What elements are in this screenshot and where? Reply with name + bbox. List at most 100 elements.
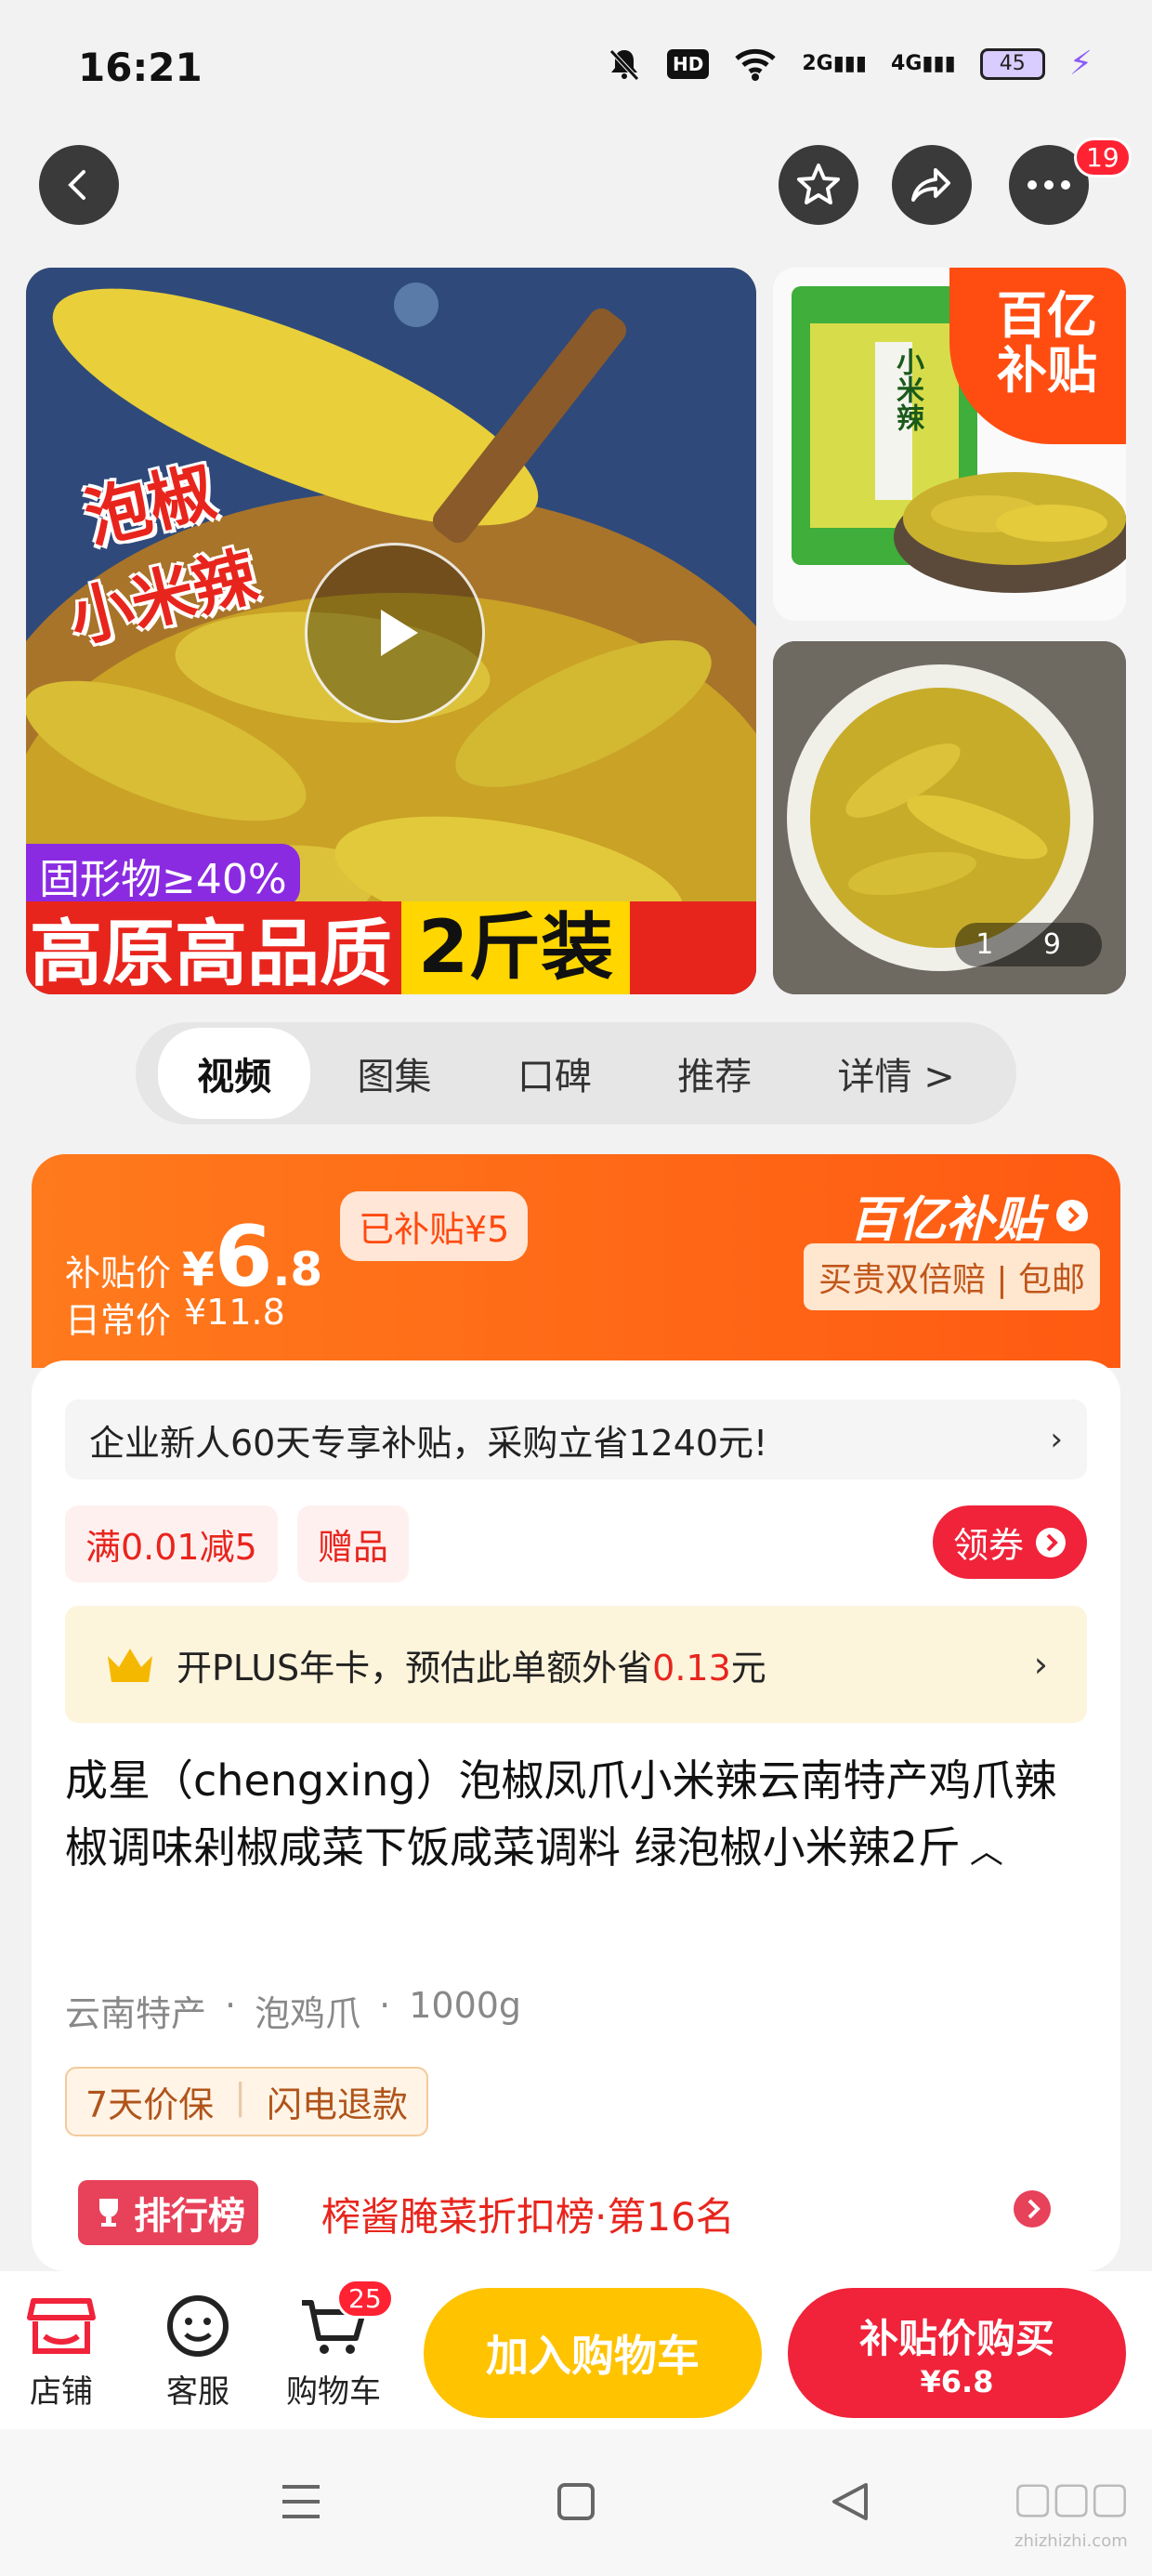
get-coupon-label: 领券 [952, 1525, 1024, 1566]
brand-text: 百亿补贴 [848, 1192, 1042, 1248]
signal-4g-icon: 4G▮▮▮ [891, 52, 956, 75]
chevron-right-circle-icon [1036, 1527, 1066, 1557]
subsidized-tag: 已补贴¥5 [340, 1191, 529, 1261]
rank-badge-label: 排行榜 [134, 2195, 245, 2238]
chat-face-icon [167, 2295, 229, 2357]
tab-details[interactable]: 详情 > [799, 1028, 994, 1119]
store-label: 店铺 [30, 2373, 93, 2411]
chevron-right-icon: › [1033, 1644, 1048, 1685]
menu-icon[interactable] [279, 2481, 323, 2522]
store-button[interactable]: 店铺 [26, 2293, 97, 2412]
net1-label: 2G [802, 52, 833, 75]
hd-icon: HD [666, 48, 710, 79]
package-label: 小米辣 [891, 348, 923, 431]
plus-text-suffix: 元 [730, 1647, 766, 1689]
collapse-icon[interactable]: ︿ [970, 1833, 1003, 1871]
store-icon [27, 2298, 96, 2354]
net2-label: 4G [891, 52, 923, 75]
tab-reviews[interactable]: 口碑 [478, 1028, 631, 1119]
plus-amount: 0.13 [652, 1647, 731, 1689]
status-time: 16:21 [78, 45, 203, 90]
notification-badge: 19 [1074, 138, 1132, 177]
buy-label: 补贴价购买 [858, 2315, 1054, 2361]
product-title: 成星（chengxing）泡椒凤爪小米辣云南特产鸡爪辣椒调味剁椒咸菜下饭咸菜调料… [65, 1747, 1096, 1886]
image-counter: 1 9 [955, 923, 1102, 966]
back-triangle-icon[interactable] [829, 2479, 871, 2524]
status-icons: HD 2G▮▮▮ 4G▮▮▮ 45 ⚡ [606, 45, 1093, 83]
watermark-logo: ▢▢▢ [1013, 2472, 1130, 2522]
banner-text: 高原高品质 [30, 913, 393, 994]
currency-symbol: ¥ [182, 1242, 215, 1296]
plus-text-prefix: 开PLUS年卡，预估此单额外省 [177, 1647, 653, 1689]
share-icon [911, 168, 950, 202]
tag-dot: · [225, 1985, 237, 2026]
cart-badge: 25 [336, 2279, 394, 2319]
plus-row[interactable]: 开PLUS年卡，预估此单额外省0.13元 › [65, 1606, 1087, 1723]
coupon-tag[interactable]: 满0.01减5 [65, 1505, 278, 1583]
signal-2g-icon: 2G▮▮▮ [802, 52, 868, 75]
subsidy-price-label: 补贴价 [65, 1253, 172, 1294]
thumbnail-2[interactable]: 1 9 [773, 641, 1126, 994]
product-tags: 云南特产 · 泡鸡爪 · 1000g [65, 1985, 521, 2036]
mute-bell-icon [609, 48, 639, 81]
tag-dot: · [379, 1985, 391, 2026]
daily-price: 日常价 ¥11.8 [65, 1292, 285, 1343]
status-bar: 16:21 HD 2G▮▮▮ 4G▮▮▮ 45 ⚡ [0, 0, 1152, 139]
guarantee-tag: 买贵双倍赔 | 包邮 [803, 1243, 1100, 1310]
banner-pack: 2斤装 [401, 901, 631, 994]
tab-gallery[interactable]: 图集 [319, 1028, 471, 1119]
product-video[interactable]: 泡椒 小米辣 固形物≥40% 高原高品质 2斤装 [26, 268, 756, 994]
plus-text: 开PLUS年卡，预估此单额外省0.13元 [177, 1639, 766, 1690]
chevron-right-circle-icon [1056, 1199, 1088, 1231]
buy-price: ¥6.8 [920, 2363, 994, 2399]
get-coupon-button[interactable]: 领券 [932, 1505, 1087, 1579]
chevron-right-icon: › [1050, 1421, 1063, 1458]
bottom-action-bar: 店铺 客服 购物车 25 加入购物车 补贴价购买 ¥6.8 [0, 2271, 1152, 2429]
price-card: 补贴价 ¥ 6 .8 已补贴¥5 日常价 ¥11.8 百亿补贴 买贵双倍赔 | … [32, 1154, 1120, 1368]
share-button[interactable] [892, 145, 972, 225]
daily-price-label: 日常价 [65, 1300, 172, 1341]
tag-weight: 1000g [409, 1985, 522, 2026]
crown-icon [108, 1649, 152, 1682]
watermark-text: zhizhizhi.com [1015, 2531, 1128, 2551]
chevron-right-circle-icon[interactable] [1013, 2189, 1052, 2228]
brand-subsidy-link[interactable]: 百亿补贴 [849, 1180, 1089, 1250]
product-title-text: 成星（chengxing）泡椒凤爪小米辣云南特产鸡爪辣椒调味剁椒咸菜下饭咸菜调料… [65, 1755, 1057, 1873]
thumbnail-1[interactable]: 小米辣 百亿补贴 [773, 268, 1126, 621]
enterprise-subsidy-row[interactable]: 企业新人60天专享补贴，采购立省1240元! › [65, 1400, 1087, 1479]
play-button[interactable] [305, 543, 485, 723]
service-tags[interactable]: 7天价保 | 闪电退款 [65, 2067, 429, 2136]
more-icon [1028, 180, 1070, 190]
price-decimal: .8 [272, 1242, 323, 1296]
fast-refund-tag: 闪电退款 [267, 2084, 409, 2125]
add-to-cart-button[interactable]: 加入购物车 [424, 2288, 762, 2418]
banner: 高原高品质 2斤装 [26, 901, 756, 994]
cart-label: 购物车 [286, 2373, 381, 2411]
back-button[interactable] [39, 145, 119, 225]
chevron-left-icon [68, 170, 85, 200]
tab-recommend[interactable]: 推荐 [638, 1028, 791, 1119]
battery-icon: 45 [979, 47, 1045, 80]
buy-now-button[interactable]: 补贴价购买 ¥6.8 [788, 2288, 1126, 2418]
system-navigation-bar: ▢▢▢ zhizhizhi.com [0, 2429, 1152, 2576]
tag-category: 泡鸡爪 [255, 1993, 361, 2034]
favorite-button[interactable] [779, 145, 858, 225]
service-label: 客服 [166, 2373, 229, 2411]
home-icon[interactable] [556, 2481, 596, 2522]
charging-icon: ⚡ [1068, 45, 1093, 83]
enterprise-text: 企业新人60天专享补贴，采购立省1240元! [89, 1422, 768, 1464]
wifi-icon [735, 48, 776, 81]
tab-video[interactable]: 视频 [158, 1028, 311, 1119]
play-icon [381, 610, 418, 656]
star-icon [797, 164, 840, 204]
tag-origin: 云南特产 [65, 1993, 207, 2034]
gallery-tabs: 视频 图集 口碑 推荐 详情 > [136, 1022, 1016, 1124]
daily-price-value: ¥11.8 [184, 1292, 285, 1333]
rank-text[interactable]: 榨酱腌菜折扣榜·第16名 [321, 2186, 735, 2242]
gift-tag[interactable]: 赠品 [297, 1505, 410, 1583]
trophy-icon [99, 2199, 118, 2227]
rank-badge: 排行榜 [78, 2180, 258, 2245]
customer-service-button[interactable]: 客服 [165, 2293, 230, 2412]
price-protect-tag: 7天价保 [85, 2084, 215, 2125]
divider: | [234, 2076, 246, 2117]
